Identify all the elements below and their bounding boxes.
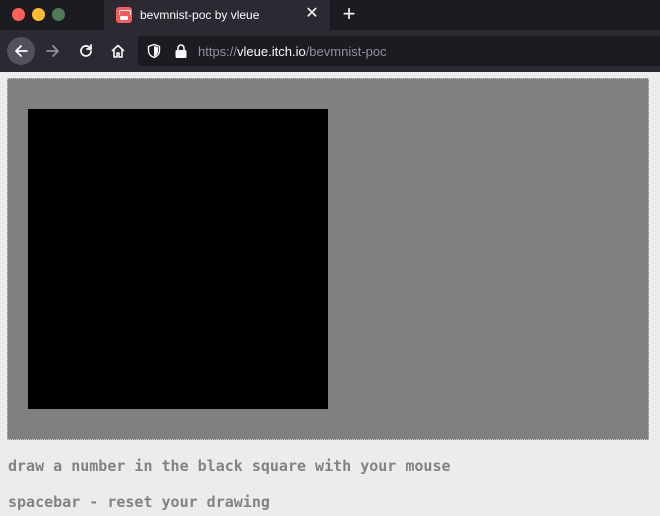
- new-tab-button[interactable]: +: [338, 3, 360, 25]
- tab-close-icon[interactable]: ✕: [303, 5, 321, 23]
- game-frame: [7, 78, 649, 440]
- reload-button[interactable]: [72, 37, 100, 65]
- tracking-protection-shield-icon[interactable]: [146, 43, 162, 59]
- forward-button[interactable]: [39, 37, 67, 65]
- drawing-canvas[interactable]: [28, 109, 328, 409]
- window-maximize-button[interactable]: [52, 8, 65, 21]
- page-content: draw a number in the black square with y…: [0, 72, 660, 516]
- address-bar[interactable]: https://vleue.itch.io/bevmnist-poc: [138, 36, 660, 66]
- url-host: vleue.itch.io: [237, 44, 306, 59]
- instruction-draw: draw a number in the black square with y…: [8, 457, 451, 475]
- tab-strip: bevmnist-poc by vleue ✕ +: [0, 0, 660, 30]
- instruction-reset: spacebar - reset your drawing: [8, 493, 270, 511]
- url-scheme: https://: [198, 44, 238, 59]
- reload-icon: [80, 44, 92, 57]
- tab-title: bevmnist-poc by vleue: [140, 8, 260, 22]
- window-close-button[interactable]: [12, 8, 25, 21]
- home-button[interactable]: [104, 37, 132, 65]
- navigation-toolbar: https://vleue.itch.io/bevmnist-poc: [0, 30, 660, 72]
- browser-tab[interactable]: bevmnist-poc by vleue ✕: [104, 0, 330, 30]
- arrow-right-icon: [46, 45, 59, 57]
- home-icon: [111, 44, 125, 58]
- back-button[interactable]: [7, 37, 35, 65]
- itch-io-icon: [116, 7, 132, 23]
- lock-icon[interactable]: [174, 43, 188, 59]
- window-minimize-button[interactable]: [32, 8, 45, 21]
- arrow-left-icon: [15, 45, 28, 57]
- url-path: /bevmnist-poc: [305, 44, 387, 59]
- url-text[interactable]: https://vleue.itch.io/bevmnist-poc: [198, 44, 387, 59]
